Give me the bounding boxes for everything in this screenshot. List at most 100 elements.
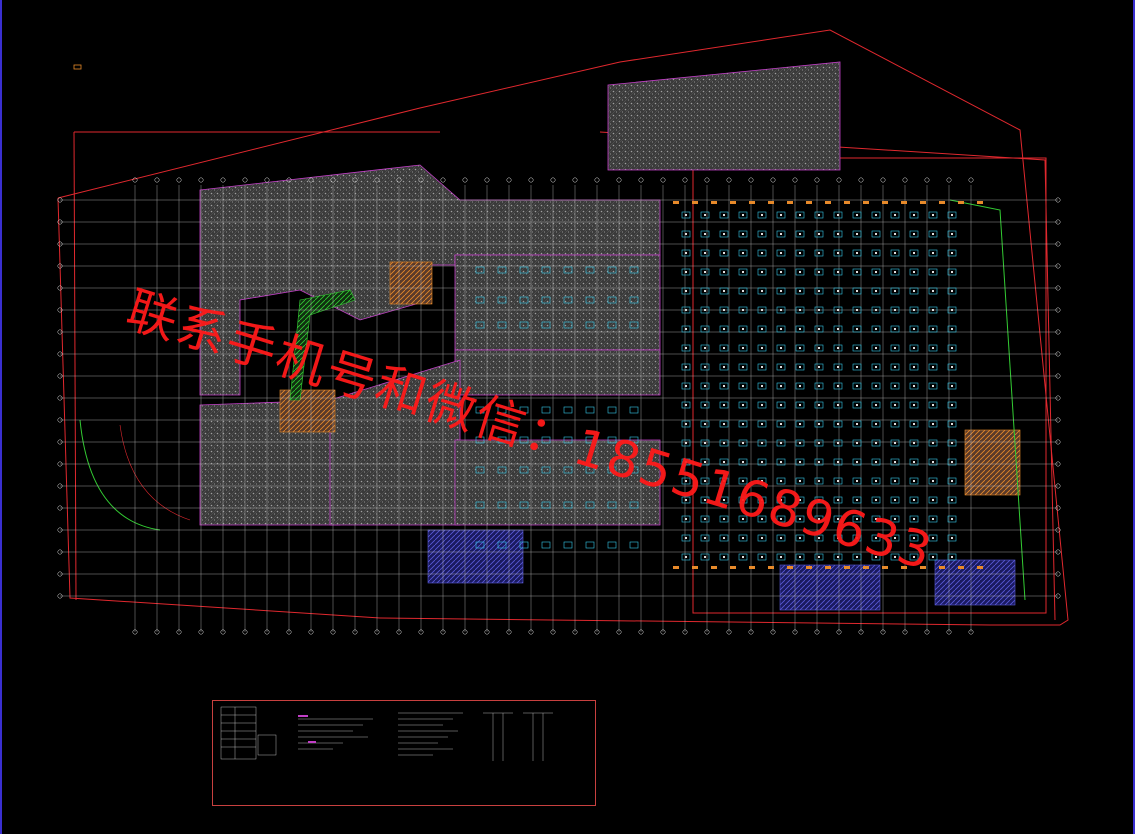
- column-footing: [776, 496, 786, 504]
- column-footing: [681, 534, 691, 542]
- column-footing: [814, 363, 824, 371]
- column-footing: [909, 496, 919, 504]
- column-footing: [700, 420, 710, 428]
- column-footing: [719, 287, 729, 295]
- column-footing: [795, 287, 805, 295]
- column-footing: [757, 363, 767, 371]
- column-footing: [795, 401, 805, 409]
- column-footing: [833, 363, 843, 371]
- column-footing: [738, 534, 748, 542]
- column-footing: [757, 230, 767, 238]
- column-footing: [757, 287, 767, 295]
- column-footing: [700, 401, 710, 409]
- column-footing: [738, 249, 748, 257]
- column-footing: [795, 439, 805, 447]
- slab-hatch-regions: [199, 61, 841, 526]
- column-footing: [852, 515, 862, 523]
- column-footing: [833, 249, 843, 257]
- column-footing: [890, 401, 900, 409]
- column-footing: [776, 287, 786, 295]
- column-footing: [681, 249, 691, 257]
- column-footing: [909, 553, 919, 561]
- column-footing: [776, 534, 786, 542]
- column-footing: [757, 477, 767, 485]
- column-footing: [871, 287, 881, 295]
- column-footing: [757, 401, 767, 409]
- column-footing: [719, 230, 729, 238]
- column-footing: [738, 496, 748, 504]
- column-footing: [757, 439, 767, 447]
- column-footing: [890, 553, 900, 561]
- column-footing: [928, 401, 938, 409]
- column-footing: [833, 401, 843, 409]
- column-footing: [833, 325, 843, 333]
- column-footing: [909, 477, 919, 485]
- column-footing: [776, 211, 786, 219]
- column-footing: [776, 553, 786, 561]
- column-footing: [814, 553, 824, 561]
- column-footing: [833, 439, 843, 447]
- column-footing: [852, 553, 862, 561]
- column-footing: [563, 406, 573, 414]
- column-footing: [738, 287, 748, 295]
- column-footing: [833, 287, 843, 295]
- column-footing: [909, 325, 919, 333]
- column-footing: [871, 249, 881, 257]
- column-footing: [928, 344, 938, 352]
- column-footing: [852, 230, 862, 238]
- column-footing: [852, 287, 862, 295]
- column-footing: [871, 420, 881, 428]
- column-footing: [700, 230, 710, 238]
- column-footing: [871, 211, 881, 219]
- column-footing: [890, 515, 900, 523]
- column-footing: [814, 534, 824, 542]
- column-footing: [852, 382, 862, 390]
- column-footing: [776, 439, 786, 447]
- column-footing: [871, 515, 881, 523]
- column-footing: [519, 406, 529, 414]
- column-footing: [833, 496, 843, 504]
- column-footing: [928, 211, 938, 219]
- column-footing: [776, 401, 786, 409]
- column-footing: [890, 287, 900, 295]
- column-footing: [795, 553, 805, 561]
- column-footing: [776, 249, 786, 257]
- column-footing: [833, 268, 843, 276]
- column-footing: [814, 230, 824, 238]
- column-footing: [928, 363, 938, 371]
- column-footing: [700, 363, 710, 371]
- column-footing: [909, 515, 919, 523]
- column-footing: [795, 211, 805, 219]
- column-footing: [738, 344, 748, 352]
- column-footing: [928, 534, 938, 542]
- column-footing: [890, 211, 900, 219]
- column-footing: [757, 534, 767, 542]
- column-footing: [738, 230, 748, 238]
- column-footing: [795, 496, 805, 504]
- column-footing: [909, 344, 919, 352]
- column-footing: [700, 515, 710, 523]
- column-footing: [814, 401, 824, 409]
- column-footing: [871, 344, 881, 352]
- column-footing: [563, 541, 573, 549]
- column-footing: [757, 344, 767, 352]
- column-footing: [738, 420, 748, 428]
- column-footing: [852, 249, 862, 257]
- column-footing: [541, 406, 551, 414]
- column-footing: [700, 211, 710, 219]
- column-footing: [852, 344, 862, 352]
- cad-viewport[interactable]: 联系手机号和微信：18551689633: [0, 0, 1135, 834]
- column-footing: [738, 363, 748, 371]
- column-footing: [681, 496, 691, 504]
- column-footing: [833, 553, 843, 561]
- column-footing: [681, 382, 691, 390]
- column-footing: [738, 382, 748, 390]
- column-footing: [681, 401, 691, 409]
- column-footing: [814, 344, 824, 352]
- column-footing: [607, 406, 617, 414]
- column-footing: [890, 268, 900, 276]
- column-footing: [776, 363, 786, 371]
- column-footing: [928, 420, 938, 428]
- column-footing: [814, 496, 824, 504]
- column-footing: [928, 477, 938, 485]
